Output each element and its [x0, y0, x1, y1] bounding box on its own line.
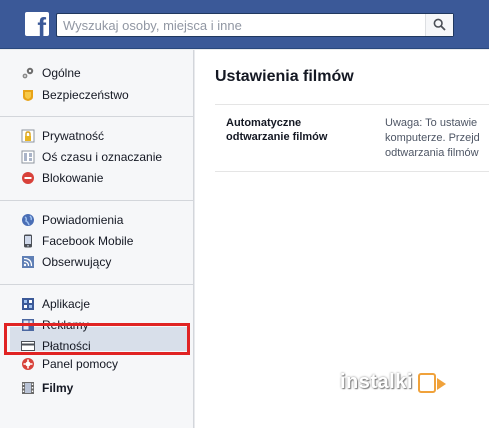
setting-description-line: komputerze. Przejd [385, 132, 480, 144]
sidebar-item-label: Oś czasu i oznaczanie [42, 150, 163, 164]
search-icon [433, 18, 446, 31]
sidebar-divider [0, 284, 194, 285]
sidebar-item-label: Prywatność [42, 129, 105, 143]
sidebar-item-help-center[interactable]: Panel pomocy [21, 357, 189, 371]
sidebar-item-label: Filmy [42, 381, 74, 395]
search-input[interactable] [57, 14, 427, 36]
watermark-arrow-icon [437, 378, 446, 390]
facebook-logo[interactable]: f [25, 12, 49, 36]
sidebar-item-label: Ogólne [42, 66, 81, 80]
sidebar-item-label: Facebook Mobile [42, 234, 134, 248]
sidebar-item-followers[interactable]: Obserwujący [21, 252, 189, 272]
sidebar-item-security[interactable]: Bezpieczeństwo [21, 85, 189, 105]
page-title: Ustawienia filmów [215, 68, 354, 85]
sidebar-divider [0, 200, 194, 201]
highlight-frame [4, 323, 190, 355]
watermark-text: instalki [340, 371, 413, 393]
section-divider [215, 104, 489, 105]
sidebar-item-privacy[interactable]: Prywatność [21, 126, 189, 146]
sidebar-item-apps[interactable]: Aplikacje [21, 294, 189, 314]
sidebar-item-label: Obserwujący [42, 255, 112, 269]
lock-icon [21, 129, 35, 143]
gears-icon [21, 66, 35, 80]
watermark-logo: instalki [340, 371, 452, 397]
top-bar: f [0, 0, 489, 49]
badge-icon [21, 88, 35, 102]
sidebar-divider [0, 116, 194, 117]
setting-description-line: odtwarzania filmów [385, 147, 479, 159]
sidebar-item-notifications[interactable]: Powiadomienia [21, 210, 189, 230]
search-box [56, 13, 454, 37]
mobile-icon [21, 234, 35, 248]
sidebar-item-general[interactable]: Ogólne [21, 63, 189, 83]
sidebar-item-label: Panel pomocy [42, 357, 119, 371]
film-icon [21, 381, 35, 395]
sidebar-item-videos[interactable]: Filmy [21, 378, 189, 398]
setting-label-autoplay: Automatyczne odtwarzanie filmów [226, 117, 328, 143]
sidebar-item-label: Powiadomienia [42, 213, 124, 227]
block-icon [21, 171, 35, 185]
lifebuoy-icon [21, 357, 35, 371]
timeline-icon [21, 150, 35, 164]
sidebar-item-facebook-mobile[interactable]: Facebook Mobile [21, 231, 189, 251]
sidebar-item-label: Bezpieczeństwo [42, 88, 129, 102]
sidebar-item-label: Blokowanie [42, 171, 104, 185]
sidebar-item-label: Aplikacje [42, 297, 91, 311]
sidebar-item-timeline[interactable]: Oś czasu i oznaczanie [21, 147, 189, 167]
sidebar-item-blocking[interactable]: Blokowanie [21, 168, 189, 188]
apps-icon [21, 297, 35, 311]
section-divider [215, 171, 489, 172]
globe-icon [21, 213, 35, 227]
setting-description-autoplay[interactable]: Uwaga: To ustawie komputerze. Przejd odt… [385, 116, 489, 161]
setting-description-line: Uwaga: To ustawie [385, 117, 478, 129]
search-button[interactable] [425, 14, 453, 36]
rss-icon [21, 255, 35, 269]
watermark-accent-box [418, 373, 436, 393]
